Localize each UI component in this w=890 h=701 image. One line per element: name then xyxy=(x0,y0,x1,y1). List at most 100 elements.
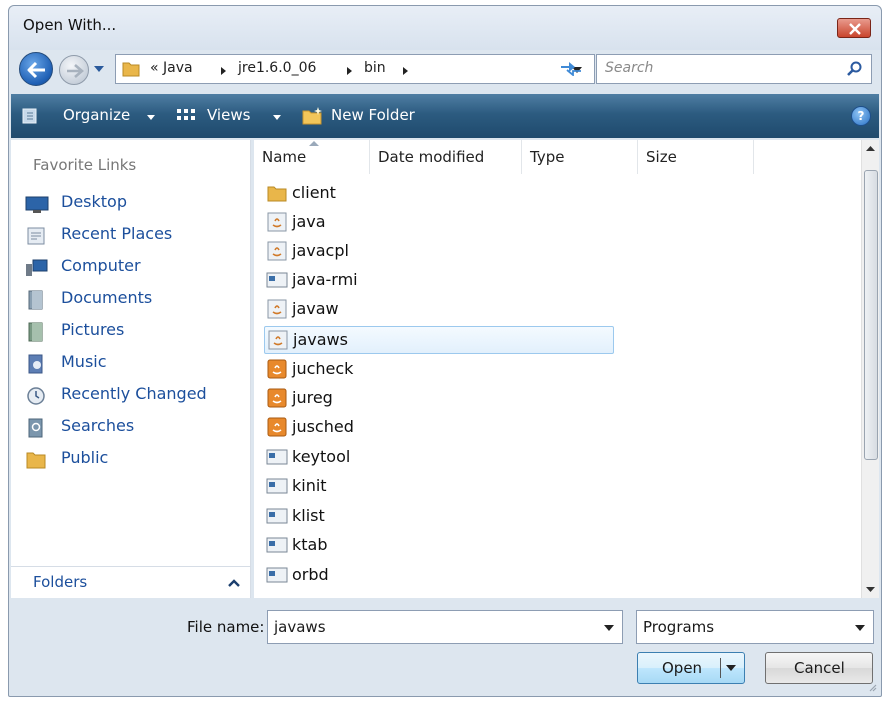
arrow-left-icon xyxy=(27,61,45,79)
file-row-klist[interactable]: klist xyxy=(264,503,614,531)
breadcrumb-bin[interactable]: bin xyxy=(364,60,386,76)
breadcrumb-chevron-icon[interactable] xyxy=(402,66,409,76)
recently-changed-icon xyxy=(27,387,45,405)
nav-item-documents[interactable]: Documents xyxy=(25,286,245,314)
views-dropdown-icon[interactable] xyxy=(273,115,281,120)
vertical-scrollbar[interactable] xyxy=(861,140,879,598)
searches-icon xyxy=(28,418,43,438)
nav-item-label: Documents xyxy=(61,288,153,307)
nav-item-recent-places[interactable]: Recent Places xyxy=(25,222,245,250)
file-row-orbd[interactable]: orbd xyxy=(264,562,614,590)
nav-item-recently-changed[interactable]: Recently Changed xyxy=(25,382,245,410)
scroll-up-icon[interactable] xyxy=(866,146,875,151)
breadcrumb-chevron-icon[interactable] xyxy=(220,66,227,76)
help-icon: ? xyxy=(857,109,865,123)
organize-dropdown-icon[interactable] xyxy=(147,115,155,120)
column-header-label: Type xyxy=(530,148,565,166)
nav-item-public[interactable]: Public xyxy=(25,446,245,474)
file-row-jucheck[interactable]: jucheck xyxy=(264,356,614,384)
file-name: jusched xyxy=(292,417,354,436)
breadcrumb-chevron-icon[interactable] xyxy=(346,66,353,76)
organize-button[interactable]: Organize xyxy=(63,106,130,124)
folders-label: Folders xyxy=(33,573,88,591)
file-row-java[interactable]: java xyxy=(264,209,614,237)
new-folder-button[interactable]: New Folder xyxy=(331,106,415,124)
new-folder-icon xyxy=(302,107,322,125)
file-row-client[interactable]: client xyxy=(264,180,614,208)
nav-item-label: Recently Changed xyxy=(61,384,207,403)
help-button[interactable]: ? xyxy=(851,106,871,126)
breadcrumb-java[interactable]: « Java xyxy=(150,60,193,76)
window-title: Open With... xyxy=(23,16,117,34)
refresh-icon[interactable] xyxy=(559,60,583,76)
file-row-javaws[interactable]: javaws xyxy=(264,326,614,354)
file-row-keytool[interactable]: keytool xyxy=(264,444,614,472)
file-row-jusched[interactable]: jusched xyxy=(264,414,614,442)
file-name: java-rmi xyxy=(292,270,358,289)
nav-item-searches[interactable]: Searches xyxy=(25,414,245,442)
file-name: jureg xyxy=(292,388,333,407)
file-name: jucheck xyxy=(292,359,354,378)
views-button[interactable]: Views xyxy=(207,106,250,124)
file-type-select[interactable]: Programs xyxy=(636,610,874,644)
search-placeholder: Search xyxy=(605,60,654,76)
console-app-icon xyxy=(266,537,288,553)
nav-item-pictures[interactable]: Pictures xyxy=(25,318,245,346)
cancel-button[interactable]: Cancel xyxy=(765,652,873,684)
file-name: orbd xyxy=(292,565,329,584)
address-bar[interactable]: « Java jre1.6.0_06 bin xyxy=(115,54,595,84)
scroll-down-icon[interactable] xyxy=(866,587,875,592)
console-app-icon xyxy=(266,478,288,494)
column-header-label: Date modified xyxy=(378,148,485,166)
console-app-icon xyxy=(266,449,288,465)
forward-button[interactable] xyxy=(59,55,89,85)
favorite-links-header: Favorite Links xyxy=(33,156,137,174)
nav-item-music[interactable]: Music xyxy=(25,350,245,378)
column-header-label: Size xyxy=(646,148,677,166)
chevron-down-icon[interactable] xyxy=(855,625,865,631)
console-app-icon xyxy=(266,508,288,524)
file-name-input[interactable]: javaws xyxy=(267,610,623,644)
chevron-up-icon[interactable] xyxy=(228,579,240,587)
file-row-javacpl[interactable]: javacpl xyxy=(264,238,614,266)
java-update-icon xyxy=(267,417,287,437)
recent-pages-dropdown-icon[interactable] xyxy=(93,65,105,73)
file-row-java-rmi[interactable]: java-rmi xyxy=(264,267,614,295)
file-name: java xyxy=(292,212,326,231)
resize-grip-icon[interactable] xyxy=(867,682,877,692)
column-header-name[interactable]: Name xyxy=(254,140,370,174)
column-header-size[interactable]: Size xyxy=(638,140,754,174)
file-name: client xyxy=(292,183,336,202)
column-header-type[interactable]: Type xyxy=(522,140,638,174)
pictures-icon xyxy=(28,322,43,342)
nav-item-computer[interactable]: Computer xyxy=(25,254,245,282)
folder-icon xyxy=(122,62,140,77)
java-app-icon xyxy=(267,299,287,319)
title-bar: Open With... xyxy=(9,6,881,50)
file-name: javaws xyxy=(293,330,348,349)
open-options-dropdown-icon[interactable] xyxy=(726,665,736,671)
file-row-ktab[interactable]: ktab xyxy=(264,532,614,560)
file-row-jureg[interactable]: jureg xyxy=(264,385,614,413)
search-icon[interactable] xyxy=(847,61,863,77)
folder-icon xyxy=(26,452,46,469)
open-button[interactable]: Open xyxy=(637,652,745,684)
file-name: keytool xyxy=(292,447,351,466)
file-row-kinit[interactable]: kinit xyxy=(264,473,614,501)
close-button[interactable] xyxy=(837,18,871,38)
file-name-label: File name: xyxy=(187,618,265,636)
nav-item-desktop[interactable]: Desktop xyxy=(25,190,245,218)
java-app-icon xyxy=(268,330,288,350)
nav-item-label: Pictures xyxy=(61,320,125,339)
breadcrumb-jre[interactable]: jre1.6.0_06 xyxy=(238,60,316,76)
scrollbar-thumb[interactable] xyxy=(864,170,878,460)
column-header-date-modified[interactable]: Date modified xyxy=(370,140,522,174)
search-box[interactable]: Search xyxy=(596,54,872,84)
sort-ascending-icon xyxy=(309,141,319,146)
file-row-javaw[interactable]: javaw xyxy=(264,296,614,324)
address-row: « Java jre1.6.0_06 bin Search xyxy=(9,50,881,90)
folders-toggle-bar[interactable]: Folders xyxy=(11,566,251,598)
back-button[interactable] xyxy=(19,52,53,86)
cancel-button-label: Cancel xyxy=(794,659,845,677)
chevron-down-icon[interactable] xyxy=(604,625,614,631)
